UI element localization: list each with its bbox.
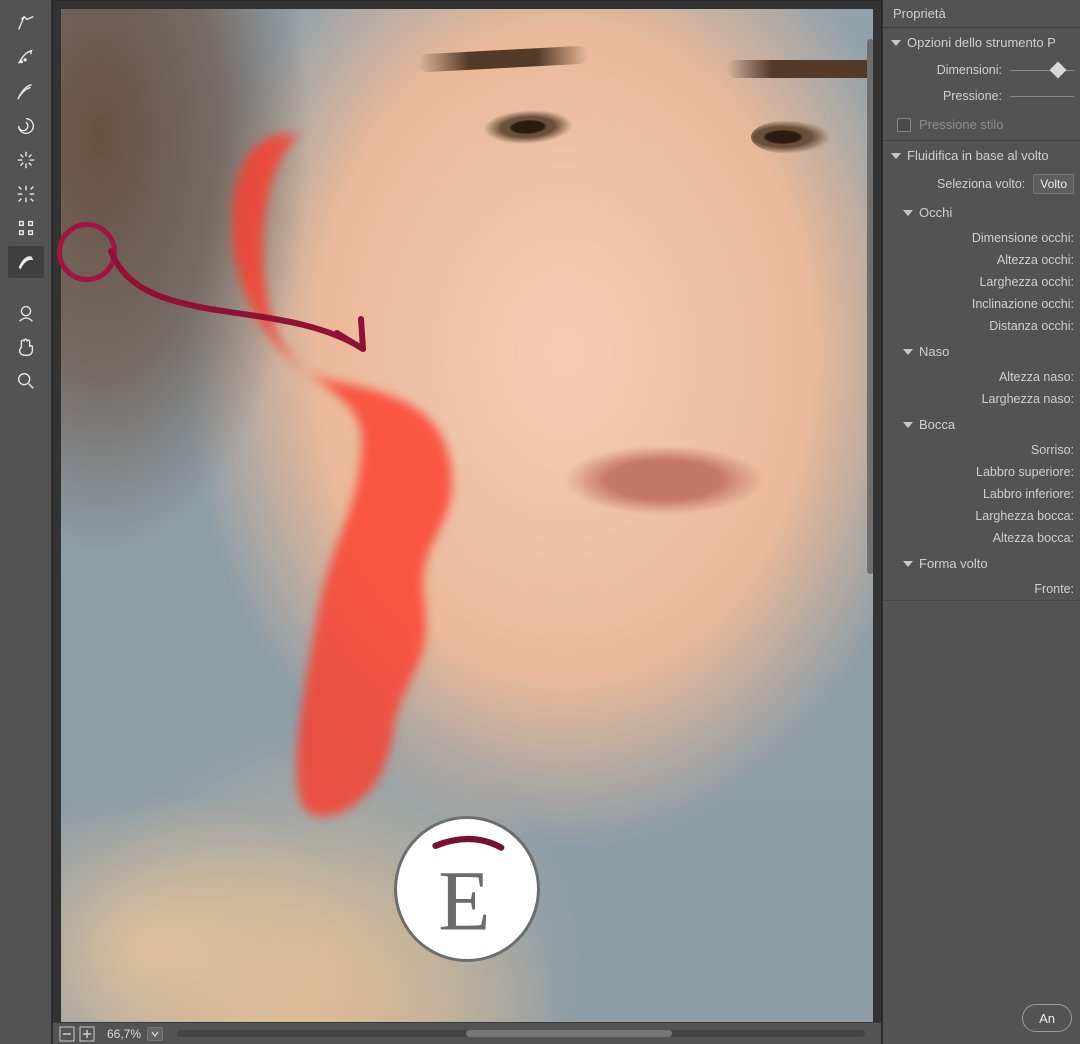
chevron-down-icon bbox=[891, 40, 901, 46]
select-face-dropdown[interactable]: Volto bbox=[1033, 174, 1074, 194]
nose-row: Larghezza naso: bbox=[883, 388, 1080, 410]
zoom-in-icon[interactable] bbox=[79, 1026, 95, 1042]
mouth-row: Altezza bocca: bbox=[883, 527, 1080, 549]
mouth-label: Labbro superiore: bbox=[895, 465, 1074, 479]
eyes-label: Larghezza occhi: bbox=[895, 275, 1074, 289]
eyes-row: Larghezza occhi: bbox=[883, 271, 1080, 293]
chevron-down-icon bbox=[903, 561, 913, 567]
zoom-level[interactable]: 66,7% bbox=[107, 1027, 141, 1041]
mouth-label: Sorriso: bbox=[895, 443, 1074, 457]
mouth-label: Larghezza bocca: bbox=[895, 509, 1074, 523]
nose-label: Altezza naso: bbox=[895, 370, 1074, 384]
canvas-area: E 66,7% bbox=[52, 0, 882, 1044]
twirl-tool[interactable] bbox=[8, 110, 44, 142]
nose-row: Altezza naso: bbox=[883, 366, 1080, 388]
bloat-tool[interactable] bbox=[8, 178, 44, 210]
hand-tool[interactable] bbox=[8, 331, 44, 363]
liquify-toolbar bbox=[0, 0, 52, 1044]
mouth-row: Larghezza bocca: bbox=[883, 505, 1080, 527]
section-eyes[interactable]: Occhi bbox=[883, 198, 1080, 227]
zoom-tool[interactable] bbox=[8, 365, 44, 397]
eyes-row: Dimensione occhi: bbox=[883, 227, 1080, 249]
eyes-label: Inclinazione occhi: bbox=[895, 297, 1074, 311]
face-tool[interactable] bbox=[8, 297, 44, 329]
push-left-tool[interactable] bbox=[8, 212, 44, 244]
eyes-label: Dimensione occhi: bbox=[895, 231, 1074, 245]
cancel-button[interactable]: An bbox=[1022, 1004, 1072, 1032]
horizontal-scrollbar[interactable] bbox=[177, 1030, 865, 1037]
chevron-down-icon bbox=[903, 422, 913, 428]
mouth-label: Labbro inferiore: bbox=[895, 487, 1074, 501]
section-face-shape[interactable]: Forma volto bbox=[883, 549, 1080, 578]
face-shape-label: Fronte: bbox=[895, 582, 1074, 596]
mouth-row: Sorriso: bbox=[883, 439, 1080, 461]
stylus-label: Pressione stilo bbox=[919, 117, 1004, 132]
reconstruct-tool[interactable] bbox=[8, 42, 44, 74]
zoom-dropdown[interactable] bbox=[147, 1027, 163, 1041]
freeze-mask-tool[interactable] bbox=[8, 246, 44, 278]
image-canvas[interactable]: E bbox=[61, 9, 873, 1022]
watermark-letter: E bbox=[438, 855, 490, 945]
mouth-row: Labbro superiore: bbox=[883, 461, 1080, 483]
smooth-tool[interactable] bbox=[8, 76, 44, 108]
pressure-slider[interactable] bbox=[1010, 87, 1074, 105]
chevron-down-icon bbox=[891, 153, 901, 159]
forward-warp-tool[interactable] bbox=[8, 8, 44, 40]
vertical-scrollbar[interactable] bbox=[864, 39, 873, 902]
eyes-row: Altezza occhi: bbox=[883, 249, 1080, 271]
mouth-row: Labbro inferiore: bbox=[883, 483, 1080, 505]
nose-label: Larghezza naso: bbox=[895, 392, 1074, 406]
section-brush-options[interactable]: Opzioni dello strumento P bbox=[883, 28, 1080, 57]
size-slider[interactable] bbox=[1010, 61, 1074, 79]
eyes-row: Inclinazione occhi: bbox=[883, 293, 1080, 315]
chevron-down-icon bbox=[903, 349, 913, 355]
select-face-label: Seleziona volto: bbox=[895, 177, 1025, 191]
eyes-label: Distanza occhi: bbox=[895, 319, 1074, 333]
mouth-label: Altezza bocca: bbox=[895, 531, 1074, 545]
chevron-down-icon bbox=[903, 210, 913, 216]
section-face-aware[interactable]: Fluidifica in base al volto bbox=[883, 141, 1080, 170]
panel-title: Proprietà bbox=[883, 0, 1080, 28]
status-bar: 66,7% bbox=[53, 1022, 881, 1044]
pucker-tool[interactable] bbox=[8, 144, 44, 176]
properties-panel: Proprietà Opzioni dello strumento P Dime… bbox=[882, 0, 1080, 1044]
freeze-mask-overlay bbox=[183, 70, 540, 880]
section-nose[interactable]: Naso bbox=[883, 337, 1080, 366]
eyes-row: Distanza occhi: bbox=[883, 315, 1080, 337]
section-mouth[interactable]: Bocca bbox=[883, 410, 1080, 439]
eyes-label: Altezza occhi: bbox=[895, 253, 1074, 267]
pressure-label: Pressione: bbox=[895, 89, 1002, 103]
size-label: Dimensioni: bbox=[895, 63, 1002, 77]
watermark-badge: E bbox=[394, 816, 540, 962]
zoom-out-icon[interactable] bbox=[59, 1026, 75, 1042]
stylus-checkbox[interactable] bbox=[897, 118, 911, 132]
face-shape-row: Fronte: bbox=[883, 578, 1080, 600]
